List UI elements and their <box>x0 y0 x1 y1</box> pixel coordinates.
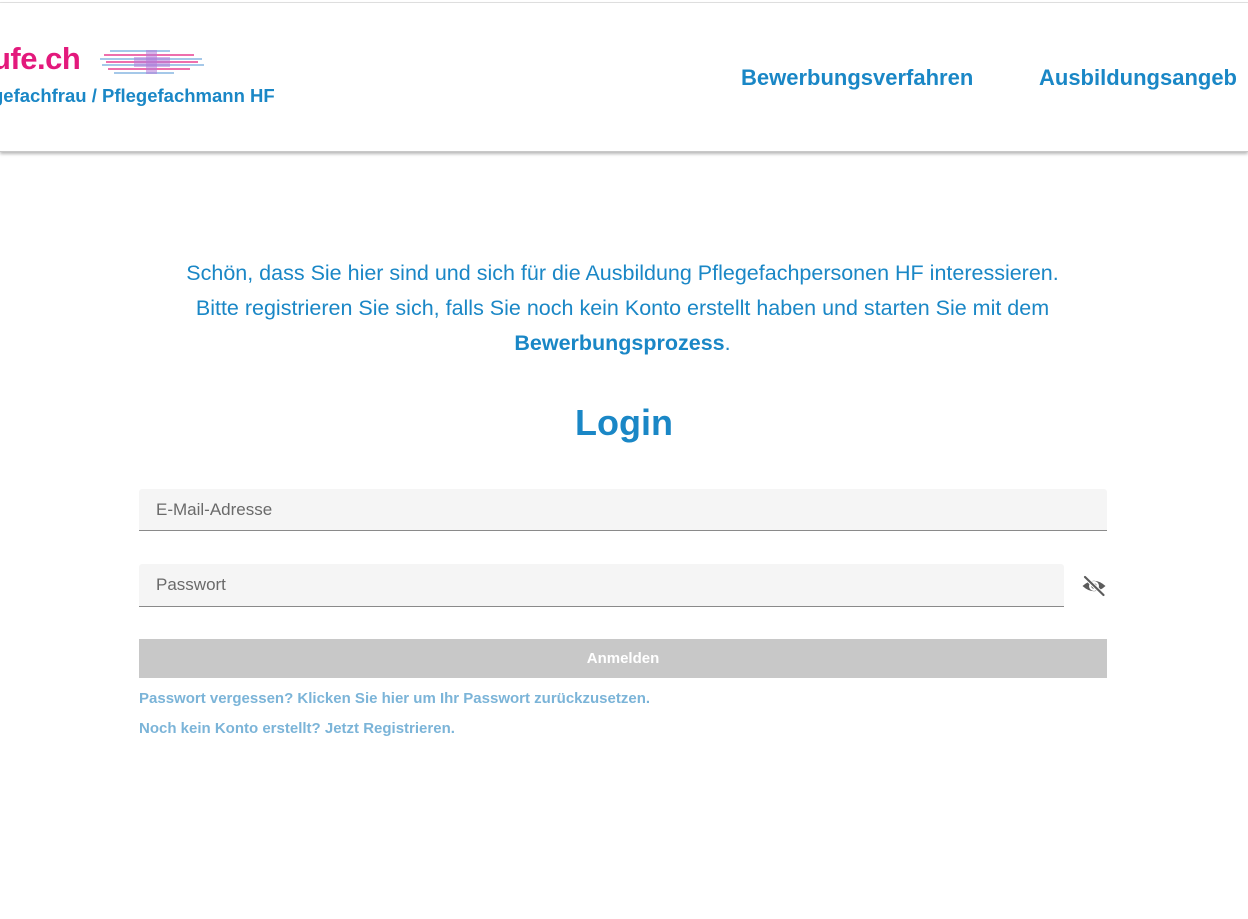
password-field[interactable] <box>139 564 1064 607</box>
register-link[interactable]: Noch kein Konto erstellt? Jetzt Registri… <box>139 720 455 737</box>
site-header: ufe.ch gefachfrau / Pflegefachmann HF Be… <box>0 3 1248 152</box>
nav-bewerbungsverfahren[interactable]: Bewerbungsverfahren <box>741 65 973 91</box>
login-title: Login <box>575 402 673 443</box>
anmelden-button[interactable]: Anmelden <box>139 639 1107 678</box>
email-field[interactable] <box>139 489 1107 531</box>
forgot-password-link[interactable]: Passwort vergessen? Klicken Sie hier um … <box>139 690 650 707</box>
intro-line-2: Bitte registrieren Sie sich, falls Sie n… <box>195 296 1050 320</box>
logo-lines-icon[interactable] <box>100 47 204 77</box>
eye-off-icon[interactable] <box>1081 574 1107 598</box>
intro-line-3: Bewerbungsprozess. <box>100 326 1145 361</box>
logo-text[interactable]: ufe.ch <box>0 41 81 77</box>
page: ufe.ch gefachfrau / Pflegefachmann HF Be… <box>0 0 1248 919</box>
intro-end: . <box>724 331 731 355</box>
intro-line-1: Schön, dass Sie hier sind und sich für d… <box>186 261 1059 285</box>
intro-text: Schön, dass Sie hier sind und sich für d… <box>100 256 1145 361</box>
logo-subtitle: gefachfrau / Pflegefachmann HF <box>0 85 275 106</box>
bewerbungsprozess-emphasis: Bewerbungsprozess <box>514 331 725 355</box>
nav-ausbildungsangebot[interactable]: Ausbildungsangeb <box>1039 65 1237 91</box>
